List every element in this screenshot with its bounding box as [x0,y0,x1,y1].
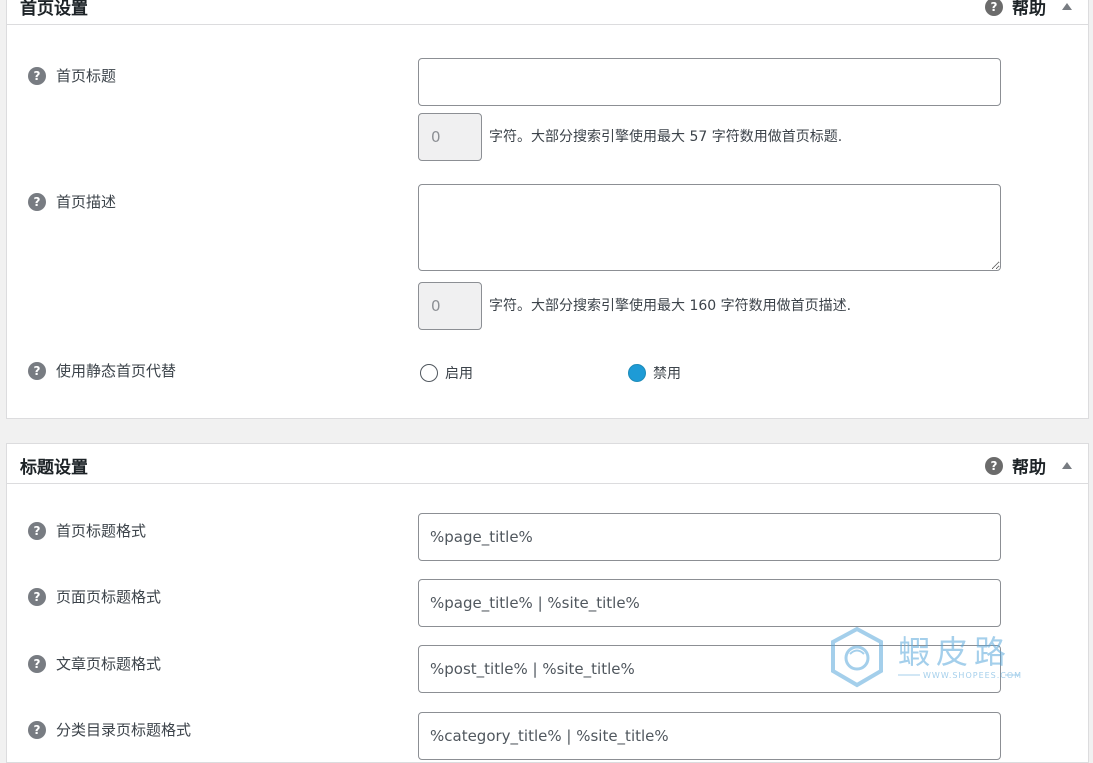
label-text: 首页标题 [56,67,117,85]
label-text: 首页标题格式 [56,522,147,540]
question-icon[interactable]: ? [28,192,46,211]
home-desc-hint: 字符。大部分搜索引擎使用最大 160 字符数用做首页描述. [489,298,852,314]
radio-enable-label[interactable]: 启用 [445,363,473,383]
category-format-input[interactable] [418,712,1001,760]
label-text: 页面页标题格式 [56,588,162,606]
help-toggle[interactable]: ? 帮助 [985,453,1072,478]
home-title-char-count [418,113,482,161]
question-icon[interactable]: ? [28,521,46,540]
radio-enable[interactable] [420,364,438,382]
collapse-arrow-icon[interactable] [1062,3,1072,10]
page-format-input[interactable] [418,579,1001,627]
home-settings-panel: 首页设置 ? 帮助 ? 首页标题 字符。大部分搜索引擎使用最大 57 字符数用做… [6,0,1089,419]
home-title-hint: 字符。大部分搜索引擎使用最大 57 字符数用做首页标题. [489,129,843,145]
panel-header: 首页设置 ? 帮助 [7,0,1088,25]
home-format-label: ? 首页标题格式 [28,520,146,541]
radio-disable[interactable] [628,364,646,382]
question-icon[interactable]: ? [28,654,46,673]
page-format-label: ? 页面页标题格式 [28,586,161,607]
label-text: 首页描述 [56,193,117,211]
panel-title: 标题设置 [20,458,88,478]
home-title-input[interactable] [418,58,1001,106]
panel-header: 标题设置 ? 帮助 [7,444,1088,484]
radio-disable-label[interactable]: 禁用 [653,363,681,383]
post-format-label: ? 文章页标题格式 [28,653,161,674]
radio-disable-option[interactable]: 禁用 [628,363,681,383]
help-icon[interactable]: ? [985,456,1003,475]
post-format-input[interactable] [418,645,1001,693]
static-home-label: ? 使用静态首页代替 [28,360,176,381]
home-desc-char-count [418,282,482,330]
collapse-arrow-icon[interactable] [1062,462,1072,469]
label-text: 分类目录页标题格式 [56,721,192,739]
radio-enable-option[interactable]: 启用 [420,363,473,383]
question-icon[interactable]: ? [28,361,46,380]
home-title-label: ? 首页标题 [28,65,116,86]
panel-title: 首页设置 [20,0,88,19]
home-desc-textarea[interactable] [418,184,1001,271]
title-settings-panel: 标题设置 ? 帮助 ? 首页标题格式 ? 页面页标题格式 ? 文章页标题格式 ?… [6,443,1089,763]
help-toggle[interactable]: ? 帮助 [985,0,1072,19]
help-icon[interactable]: ? [985,0,1003,16]
question-icon[interactable]: ? [28,587,46,606]
help-label[interactable]: 帮助 [1012,453,1046,478]
category-format-label: ? 分类目录页标题格式 [28,719,191,740]
home-format-input[interactable] [418,513,1001,561]
question-icon[interactable]: ? [28,66,46,85]
label-text: 文章页标题格式 [56,655,162,673]
home-desc-label: ? 首页描述 [28,191,116,212]
help-label[interactable]: 帮助 [1012,0,1046,19]
question-icon[interactable]: ? [28,720,46,739]
label-text: 使用静态首页代替 [56,362,177,380]
